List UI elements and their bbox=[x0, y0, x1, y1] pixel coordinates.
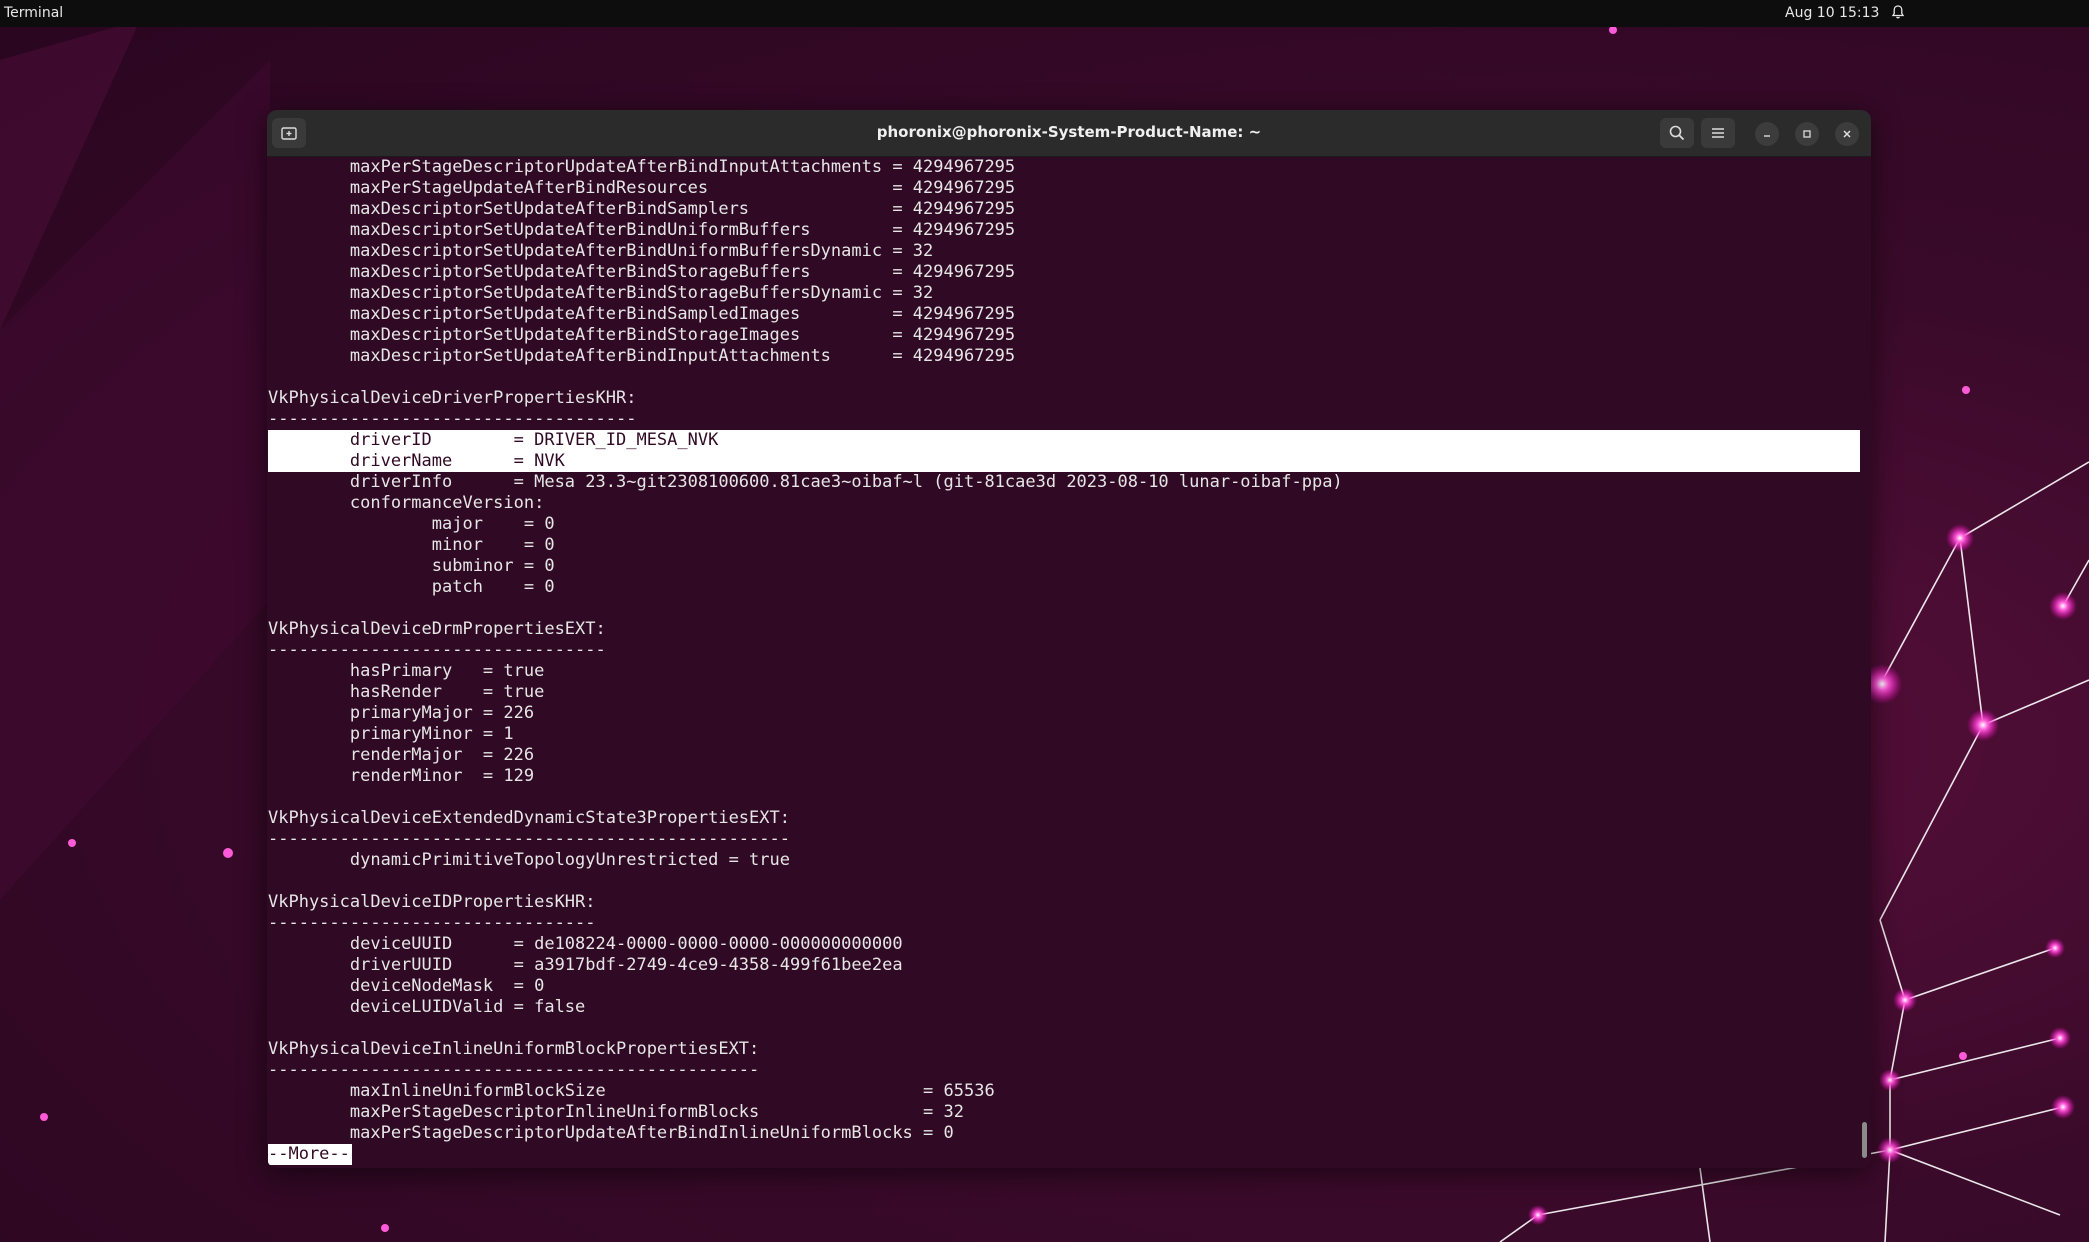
section-divider: --------------------------------- bbox=[268, 640, 606, 660]
section-divider: ----------------------------------------… bbox=[268, 1060, 760, 1080]
section-heading: VkPhysicalDeviceIDPropertiesKHR: bbox=[268, 892, 596, 912]
close-button[interactable] bbox=[1835, 122, 1859, 146]
section-heading: VkPhysicalDeviceDriverPropertiesKHR: bbox=[268, 388, 637, 408]
terminal-line: maxPerStageDescriptorUpdateAfterBindInli… bbox=[268, 1123, 954, 1143]
terminal-line: maxPerStageDescriptorInlineUniformBlocks… bbox=[268, 1102, 964, 1122]
terminal-line: driverUUID = a3917bdf-2749-4ce9-4358-499… bbox=[268, 955, 903, 975]
terminal-output[interactable]: maxPerStageDescriptorUpdateAfterBindInpu… bbox=[268, 157, 1862, 1168]
terminal-line: hasRender = true bbox=[268, 682, 545, 702]
maximize-icon bbox=[1803, 130, 1811, 138]
terminal-line: deviceLUIDValid = false bbox=[268, 997, 586, 1017]
terminal-line: primaryMajor = 226 bbox=[268, 703, 535, 723]
selected-terminal-line: driverID = DRIVER_ID_MESA_NVK bbox=[268, 430, 1860, 451]
terminal-line: major = 0 bbox=[268, 514, 555, 534]
terminal-window: phoronix@phoronix-System-Product-Name: ~ bbox=[267, 110, 1871, 1168]
terminal-line: renderMajor = 226 bbox=[268, 745, 535, 765]
terminal-line: maxDescriptorSetUpdateAfterBindInputAtta… bbox=[268, 346, 1016, 366]
hamburger-menu-icon bbox=[1712, 128, 1724, 138]
search-icon bbox=[1669, 125, 1685, 141]
terminal-line: maxInlineUniformBlockSize = 65536 bbox=[268, 1081, 995, 1101]
section-heading: VkPhysicalDeviceInlineUniformBlockProper… bbox=[268, 1039, 760, 1059]
pager-more-prompt[interactable]: --More-- bbox=[268, 1144, 352, 1165]
active-app-name[interactable]: Terminal bbox=[4, 5, 63, 21]
search-button[interactable] bbox=[1660, 118, 1694, 148]
selected-terminal-line: driverName = NVK bbox=[268, 451, 1860, 472]
terminal-line: primaryMinor = 1 bbox=[268, 724, 514, 744]
terminal-line: subminor = 0 bbox=[268, 556, 555, 576]
terminal-line: maxDescriptorSetUpdateAfterBindUniformBu… bbox=[268, 220, 1016, 240]
section-divider: ----------------------------------------… bbox=[268, 829, 790, 849]
terminal-line: deviceUUID = de108224-0000-0000-0000-000… bbox=[268, 934, 903, 954]
terminal-line: maxDescriptorSetUpdateAfterBindStorageIm… bbox=[268, 325, 1016, 345]
terminal-line: conformanceVersion: bbox=[268, 493, 545, 513]
minimize-icon bbox=[1764, 135, 1770, 137]
section-heading: VkPhysicalDeviceDrmPropertiesEXT: bbox=[268, 619, 606, 639]
section-divider: ------------------------------------ bbox=[268, 409, 637, 429]
terminal-line: maxDescriptorSetUpdateAfterBindSamplers … bbox=[268, 199, 1016, 219]
terminal-line: dynamicPrimitiveTopologyUnrestricted = t… bbox=[268, 850, 790, 870]
close-icon bbox=[1843, 130, 1851, 138]
date-time[interactable]: Aug 10 15:13 bbox=[1785, 5, 1879, 21]
terminal-line: deviceNodeMask = 0 bbox=[268, 976, 545, 996]
terminal-line: patch = 0 bbox=[268, 577, 555, 597]
terminal-line: renderMinor = 129 bbox=[268, 766, 535, 786]
terminal-line: maxDescriptorSetUpdateAfterBindStorageBu… bbox=[268, 283, 934, 303]
scrollbar-thumb[interactable] bbox=[1862, 1122, 1867, 1158]
terminal-line: maxPerStageUpdateAfterBindResources = 42… bbox=[268, 178, 1016, 198]
menu-button[interactable] bbox=[1701, 118, 1735, 148]
maximize-button[interactable] bbox=[1795, 122, 1819, 146]
terminal-line: maxDescriptorSetUpdateAfterBindSampledIm… bbox=[268, 304, 1016, 324]
window-headerbar[interactable]: phoronix@phoronix-System-Product-Name: ~ bbox=[267, 110, 1871, 157]
section-heading: VkPhysicalDeviceExtendedDynamicState3Pro… bbox=[268, 808, 790, 828]
terminal-line: maxDescriptorSetUpdateAfterBindStorageBu… bbox=[268, 262, 1016, 282]
notification-bell-icon[interactable] bbox=[1890, 4, 1906, 20]
terminal-line: maxPerStageDescriptorUpdateAfterBindInpu… bbox=[268, 157, 1016, 177]
top-bar: Terminal Aug 10 15:13 bbox=[0, 0, 2089, 27]
terminal-line: minor = 0 bbox=[268, 535, 555, 555]
minimize-button[interactable] bbox=[1755, 122, 1779, 146]
terminal-line: hasPrimary = true bbox=[268, 661, 545, 681]
terminal-line: maxDescriptorSetUpdateAfterBindUniformBu… bbox=[268, 241, 934, 261]
window-title: phoronix@phoronix-System-Product-Name: ~ bbox=[876, 123, 1262, 141]
terminal-line: driverInfo = Mesa 23.3~git2308100600.81c… bbox=[268, 472, 1343, 492]
section-divider: -------------------------------- bbox=[268, 913, 596, 933]
